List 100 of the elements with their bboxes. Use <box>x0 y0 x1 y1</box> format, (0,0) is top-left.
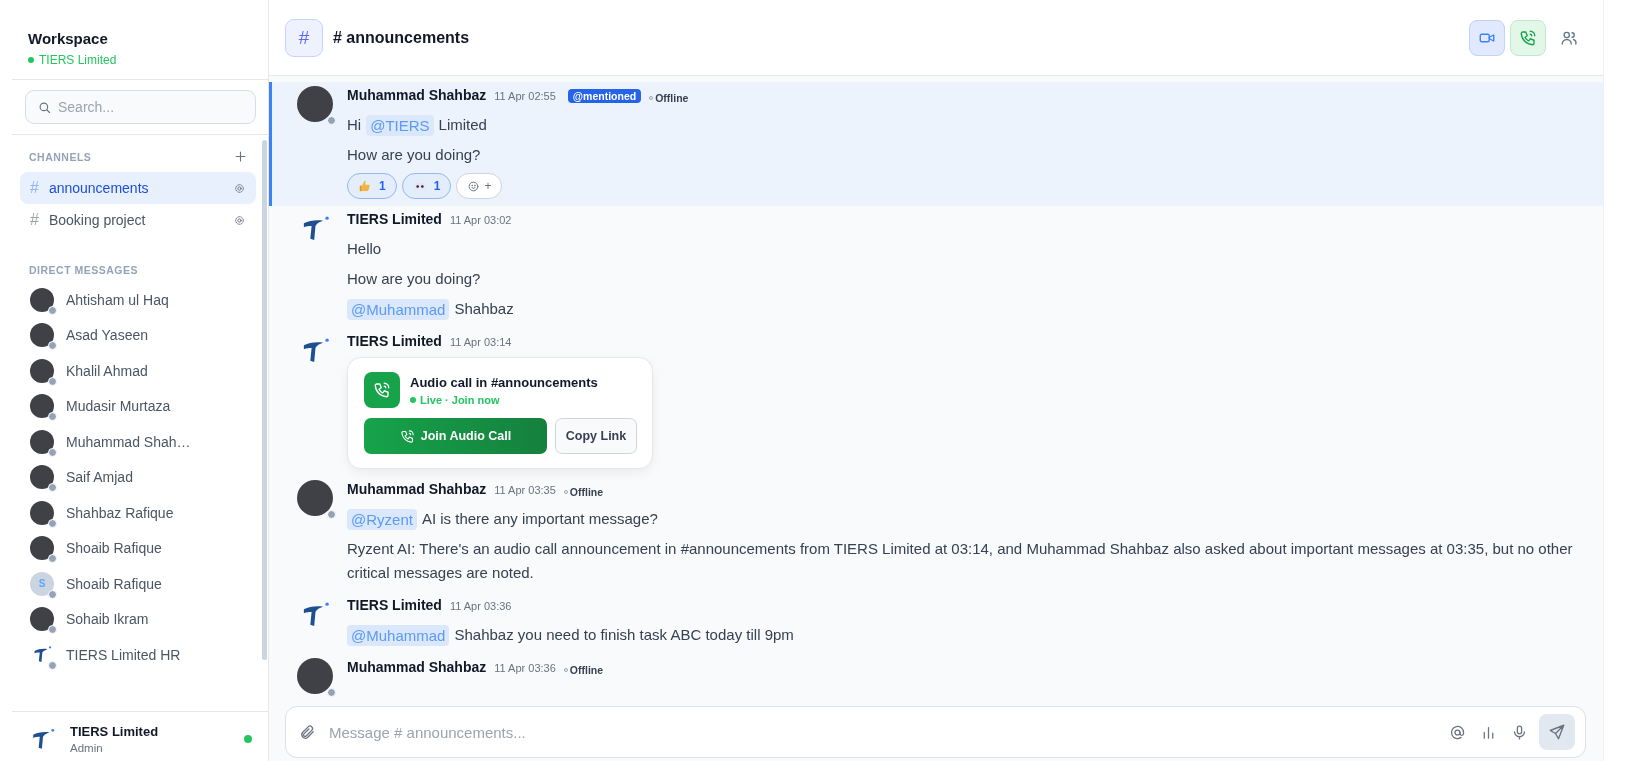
phone-icon <box>373 381 391 399</box>
message-composer[interactable]: Message # announcements... <box>285 706 1586 758</box>
call-status: Live · Join now <box>420 393 500 406</box>
message-text: Limited <box>438 115 487 135</box>
contact-name: Sohaib Ikram <box>66 611 149 628</box>
search-icon <box>37 100 52 115</box>
dm-item[interactable]: Shoaib Rafique <box>20 530 256 566</box>
avatar: S <box>30 571 54 596</box>
author-name: TIERS Limited <box>347 211 442 227</box>
paperclip-icon <box>299 723 316 741</box>
dm-item[interactable]: Sohaib Ikram <box>20 601 256 637</box>
hash-symbol: # <box>298 26 310 49</box>
presence-label: Offline <box>569 486 604 498</box>
avatar <box>30 536 54 561</box>
timestamp: 11 Apr 02:55 <box>494 90 556 102</box>
dm-item[interactable]: Khalil Ahmad <box>20 353 256 389</box>
contact-name: Shoaib Rafique <box>66 540 162 557</box>
phone-icon <box>1519 28 1537 47</box>
avatar <box>30 323 54 348</box>
hash-symbol: # <box>30 211 39 229</box>
avatar <box>30 465 54 490</box>
author-name: Muhammad Shahbaz <box>347 87 487 103</box>
timestamp: 11 Apr 03:02 <box>449 214 512 226</box>
message-text: Ryzent AI: There's an audio call announcement in #announcements from TIERS Limited at 03:14, and Muhammad Shahbaz also asked about important messages at 03:35, but no other critical messages are noted. <box>347 539 1574 583</box>
copy-link-button[interactable]: Copy Link <box>555 418 637 454</box>
settings-icon <box>233 181 246 195</box>
avatar <box>297 658 333 694</box>
join-call-button[interactable]: Join Audio Call <box>364 418 547 454</box>
send-button[interactable] <box>1539 714 1575 750</box>
microphone-icon <box>1511 723 1528 741</box>
mention-badge: @mentioned <box>567 89 642 103</box>
timestamp: 11 Apr 03:36 <box>449 600 512 612</box>
contact-name: Muhammad Shah… <box>66 433 191 450</box>
thumbs-up-icon <box>358 179 372 193</box>
user-role: Admin <box>70 741 104 754</box>
contact-name: Ahtisham ul Haq <box>66 291 169 308</box>
author-name: TIERS Limited <box>347 597 442 613</box>
audio-call-button[interactable] <box>1510 19 1546 56</box>
message-text: How are you doing? <box>347 269 481 289</box>
contact-name: TIERS Limited HR <box>66 646 181 663</box>
message-text: Hi <box>347 115 362 135</box>
contact-name: Shahbaz Rafique <box>66 504 174 521</box>
avatar <box>30 287 54 312</box>
channel-name: Booking project <box>48 212 147 228</box>
message-text: How are you doing? <box>347 145 481 165</box>
reaction-button[interactable]: 1 <box>347 173 397 199</box>
reaction-button[interactable]: 1 <box>401 173 452 199</box>
at-sign-icon <box>1449 723 1466 741</box>
contact-name: Asad Yaseen <box>66 327 148 344</box>
channel-name: announcements <box>48 180 150 196</box>
avatar <box>30 500 54 525</box>
call-title: Audio call in #announcements <box>410 374 598 390</box>
contact-name: Khalil Ahmad <box>66 362 148 379</box>
author-name: Muhammad Shahbaz <box>347 481 487 497</box>
timestamp: 11 Apr 03:35 <box>494 484 556 496</box>
dm-item[interactable]: Ahtisham ul Haq <box>20 282 256 318</box>
avatar <box>30 394 54 419</box>
search-field[interactable]: Search... <box>25 90 256 124</box>
contact-name: Saif Amjad <box>66 469 133 486</box>
add-icon <box>233 149 248 164</box>
add-reaction-button[interactable]: + <box>456 173 503 199</box>
author-name: Muhammad Shahbaz <box>347 659 487 675</box>
avatar <box>297 480 333 516</box>
channel-item[interactable]: # announcements <box>20 172 256 204</box>
send-icon <box>1548 723 1566 741</box>
settings-icon <box>233 213 246 227</box>
status-dot <box>410 396 416 403</box>
channel-item[interactable]: # Booking project <box>20 204 256 236</box>
message-text: Shahbaz <box>454 299 514 319</box>
avatar <box>297 86 333 122</box>
dm-item[interactable]: Muhammad Shah… <box>20 424 256 460</box>
video-call-button[interactable] <box>1469 19 1505 56</box>
section-heading: DIRECT MESSAGES <box>29 264 138 276</box>
message-input[interactable]: Message # announcements... <box>327 722 1438 742</box>
dm-item[interactable]: Asad Yaseen <box>20 317 256 353</box>
dm-item[interactable]: Shahbaz Rafique <box>20 495 256 531</box>
dm-item[interactable]: S Shoaib Rafique <box>20 566 256 602</box>
presence-label: Offline <box>655 92 689 104</box>
smiley-icon <box>467 179 481 193</box>
workspace-title: Workspace <box>28 30 109 47</box>
message-text: AI is there any important message? <box>421 509 658 529</box>
message-text: Hello <box>347 239 382 259</box>
scrollbar-thumb[interactable] <box>262 140 267 660</box>
message-text: Shahbaz you need to finish task ABC today till 9pm <box>454 625 794 645</box>
avatar <box>30 607 54 632</box>
phone-icon <box>399 428 415 444</box>
status-dot <box>28 57 34 63</box>
avatar <box>30 429 54 454</box>
avatar <box>30 358 54 383</box>
dm-item[interactable]: Saif Amjad <box>20 459 256 495</box>
dm-item[interactable]: TIERS Limited HR <box>20 637 256 673</box>
section-heading: CHANNELS <box>29 150 92 163</box>
timestamp: 11 Apr 03:36 <box>494 662 556 674</box>
dm-item[interactable]: Mudasir Murtaza <box>20 388 256 424</box>
channel-title: # announcements <box>333 28 471 47</box>
workspace-name: TIERS Limited <box>39 53 117 67</box>
user-name: TIERS Limited <box>70 723 160 739</box>
author-name: TIERS Limited <box>347 333 442 349</box>
presence-label: Offline <box>569 664 604 676</box>
contact-name: Shoaib Rafique <box>66 575 162 592</box>
